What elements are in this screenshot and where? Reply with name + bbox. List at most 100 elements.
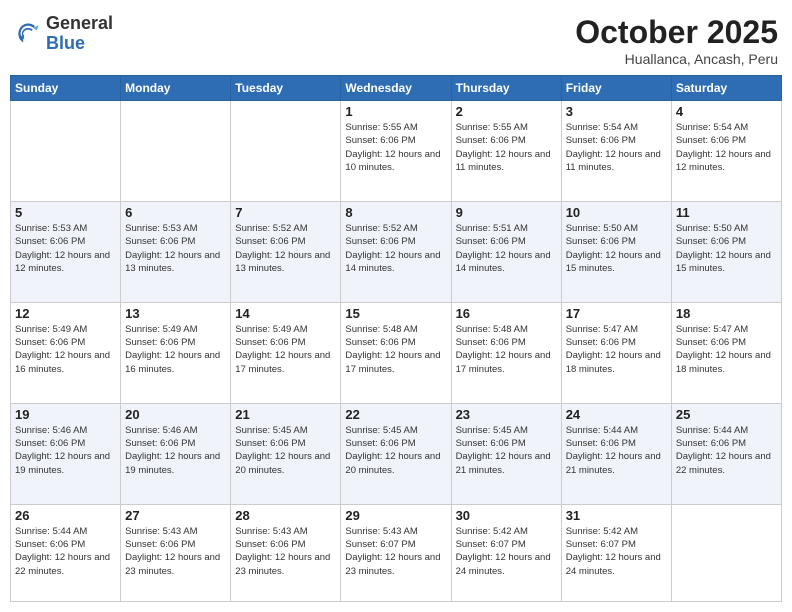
calendar-day-cell: 8 Sunrise: 5:52 AM Sunset: 6:06 PM Daylig… bbox=[341, 201, 451, 302]
calendar-week-row: 1 Sunrise: 5:55 AM Sunset: 6:06 PM Daylig… bbox=[11, 101, 782, 202]
calendar-day-cell: 23Sunrise: 5:45 AM Sunset: 6:06 PM Dayli… bbox=[451, 403, 561, 504]
calendar-day-cell: 22Sunrise: 5:45 AM Sunset: 6:06 PM Dayli… bbox=[341, 403, 451, 504]
calendar-day-cell bbox=[121, 101, 231, 202]
day-number: 12 bbox=[15, 306, 116, 321]
calendar-day-cell: 26Sunrise: 5:44 AM Sunset: 6:06 PM Dayli… bbox=[11, 504, 121, 601]
day-info: Sunrise: 5:53 AM Sunset: 6:06 PM Dayligh… bbox=[15, 222, 116, 275]
day-info: Sunrise: 5:49 AM Sunset: 6:06 PM Dayligh… bbox=[125, 323, 226, 376]
day-number: 18 bbox=[676, 306, 777, 321]
day-info: Sunrise: 5:52 AM Sunset: 6:06 PM Dayligh… bbox=[235, 222, 336, 275]
day-info: Sunrise: 5:53 AM Sunset: 6:06 PM Dayligh… bbox=[125, 222, 226, 275]
day-number: 17 bbox=[566, 306, 667, 321]
calendar-day-cell: 19Sunrise: 5:46 AM Sunset: 6:06 PM Dayli… bbox=[11, 403, 121, 504]
calendar-week-row: 5 Sunrise: 5:53 AM Sunset: 6:06 PM Daylig… bbox=[11, 201, 782, 302]
calendar-day-cell: 10 Sunrise: 5:50 AM Sunset: 6:06 PM Dayli… bbox=[561, 201, 671, 302]
day-info: Sunrise: 5:48 AM Sunset: 6:06 PM Dayligh… bbox=[456, 323, 557, 376]
day-info: Sunrise: 5:55 AM Sunset: 6:06 PM Dayligh… bbox=[345, 121, 446, 174]
day-info: Sunrise: 5:49 AM Sunset: 6:06 PM Dayligh… bbox=[15, 323, 116, 376]
calendar-header-row: SundayMondayTuesdayWednesdayThursdayFrid… bbox=[11, 76, 782, 101]
day-number: 5 bbox=[15, 205, 116, 220]
day-number: 10 bbox=[566, 205, 667, 220]
day-number: 4 bbox=[676, 104, 777, 119]
day-number: 13 bbox=[125, 306, 226, 321]
day-number: 14 bbox=[235, 306, 336, 321]
day-number: 24 bbox=[566, 407, 667, 422]
day-number: 29 bbox=[345, 508, 446, 523]
calendar-day-cell bbox=[231, 101, 341, 202]
day-number: 8 bbox=[345, 205, 446, 220]
day-number: 22 bbox=[345, 407, 446, 422]
calendar-day-cell: 18 Sunrise: 5:47 AM Sunset: 6:06 PM Dayli… bbox=[671, 302, 781, 403]
page: General Blue October 2025 Huallanca, Anc… bbox=[0, 0, 792, 612]
day-info: Sunrise: 5:43 AM Sunset: 6:07 PM Dayligh… bbox=[345, 525, 446, 578]
day-number: 6 bbox=[125, 205, 226, 220]
day-of-week-header: Friday bbox=[561, 76, 671, 101]
day-number: 9 bbox=[456, 205, 557, 220]
calendar-day-cell: 15Sunrise: 5:48 AM Sunset: 6:06 PM Dayli… bbox=[341, 302, 451, 403]
day-info: Sunrise: 5:46 AM Sunset: 6:06 PM Dayligh… bbox=[15, 424, 116, 477]
day-number: 15 bbox=[345, 306, 446, 321]
day-info: Sunrise: 5:50 AM Sunset: 6:06 PM Dayligh… bbox=[676, 222, 777, 275]
calendar-day-cell bbox=[11, 101, 121, 202]
day-info: Sunrise: 5:54 AM Sunset: 6:06 PM Dayligh… bbox=[676, 121, 777, 174]
calendar-day-cell: 9 Sunrise: 5:51 AM Sunset: 6:06 PM Daylig… bbox=[451, 201, 561, 302]
day-info: Sunrise: 5:45 AM Sunset: 6:06 PM Dayligh… bbox=[456, 424, 557, 477]
day-of-week-header: Tuesday bbox=[231, 76, 341, 101]
day-number: 1 bbox=[345, 104, 446, 119]
day-info: Sunrise: 5:49 AM Sunset: 6:06 PM Dayligh… bbox=[235, 323, 336, 376]
logo: General Blue bbox=[14, 14, 113, 54]
calendar-day-cell: 28Sunrise: 5:43 AM Sunset: 6:06 PM Dayli… bbox=[231, 504, 341, 601]
day-number: 7 bbox=[235, 205, 336, 220]
calendar-day-cell: 2Sunrise: 5:55 AM Sunset: 6:06 PM Daylig… bbox=[451, 101, 561, 202]
calendar: SundayMondayTuesdayWednesdayThursdayFrid… bbox=[10, 75, 782, 602]
day-number: 21 bbox=[235, 407, 336, 422]
day-info: Sunrise: 5:51 AM Sunset: 6:06 PM Dayligh… bbox=[456, 222, 557, 275]
calendar-day-cell: 16 Sunrise: 5:48 AM Sunset: 6:06 PM Dayli… bbox=[451, 302, 561, 403]
calendar-day-cell: 5 Sunrise: 5:53 AM Sunset: 6:06 PM Daylig… bbox=[11, 201, 121, 302]
day-of-week-header: Sunday bbox=[11, 76, 121, 101]
day-info: Sunrise: 5:47 AM Sunset: 6:06 PM Dayligh… bbox=[676, 323, 777, 376]
day-info: Sunrise: 5:43 AM Sunset: 6:06 PM Dayligh… bbox=[235, 525, 336, 578]
day-info: Sunrise: 5:46 AM Sunset: 6:06 PM Dayligh… bbox=[125, 424, 226, 477]
day-info: Sunrise: 5:44 AM Sunset: 6:06 PM Dayligh… bbox=[676, 424, 777, 477]
logo-blue-text: Blue bbox=[46, 33, 85, 53]
day-number: 20 bbox=[125, 407, 226, 422]
day-of-week-header: Wednesday bbox=[341, 76, 451, 101]
day-number: 27 bbox=[125, 508, 226, 523]
day-info: Sunrise: 5:47 AM Sunset: 6:06 PM Dayligh… bbox=[566, 323, 667, 376]
day-info: Sunrise: 5:42 AM Sunset: 6:07 PM Dayligh… bbox=[566, 525, 667, 578]
day-number: 3 bbox=[566, 104, 667, 119]
calendar-day-cell: 30Sunrise: 5:42 AM Sunset: 6:07 PM Dayli… bbox=[451, 504, 561, 601]
day-number: 30 bbox=[456, 508, 557, 523]
day-number: 2 bbox=[456, 104, 557, 119]
day-of-week-header: Saturday bbox=[671, 76, 781, 101]
day-of-week-header: Thursday bbox=[451, 76, 561, 101]
calendar-week-row: 12 Sunrise: 5:49 AM Sunset: 6:06 PM Dayli… bbox=[11, 302, 782, 403]
calendar-day-cell: 14 Sunrise: 5:49 AM Sunset: 6:06 PM Dayli… bbox=[231, 302, 341, 403]
day-info: Sunrise: 5:44 AM Sunset: 6:06 PM Dayligh… bbox=[15, 525, 116, 578]
month-title: October 2025 bbox=[575, 14, 778, 51]
day-number: 16 bbox=[456, 306, 557, 321]
calendar-day-cell: 13 Sunrise: 5:49 AM Sunset: 6:06 PM Dayli… bbox=[121, 302, 231, 403]
calendar-day-cell: 12 Sunrise: 5:49 AM Sunset: 6:06 PM Dayli… bbox=[11, 302, 121, 403]
day-info: Sunrise: 5:44 AM Sunset: 6:06 PM Dayligh… bbox=[566, 424, 667, 477]
day-number: 11 bbox=[676, 205, 777, 220]
calendar-day-cell: 3Sunrise: 5:54 AM Sunset: 6:06 PM Daylig… bbox=[561, 101, 671, 202]
day-info: Sunrise: 5:52 AM Sunset: 6:06 PM Dayligh… bbox=[345, 222, 446, 275]
calendar-day-cell: 24 Sunrise: 5:44 AM Sunset: 6:06 PM Dayli… bbox=[561, 403, 671, 504]
header: General Blue October 2025 Huallanca, Anc… bbox=[10, 10, 782, 67]
day-number: 31 bbox=[566, 508, 667, 523]
calendar-day-cell: 11 Sunrise: 5:50 AM Sunset: 6:06 PM Dayli… bbox=[671, 201, 781, 302]
calendar-week-row: 26Sunrise: 5:44 AM Sunset: 6:06 PM Dayli… bbox=[11, 504, 782, 601]
calendar-day-cell: 17 Sunrise: 5:47 AM Sunset: 6:06 PM Dayli… bbox=[561, 302, 671, 403]
calendar-day-cell: 21Sunrise: 5:45 AM Sunset: 6:06 PM Dayli… bbox=[231, 403, 341, 504]
logo-icon bbox=[14, 20, 42, 48]
calendar-day-cell: 25 Sunrise: 5:44 AM Sunset: 6:06 PM Dayli… bbox=[671, 403, 781, 504]
calendar-day-cell: 27Sunrise: 5:43 AM Sunset: 6:06 PM Dayli… bbox=[121, 504, 231, 601]
day-number: 25 bbox=[676, 407, 777, 422]
calendar-week-row: 19Sunrise: 5:46 AM Sunset: 6:06 PM Dayli… bbox=[11, 403, 782, 504]
logo-text: General Blue bbox=[46, 14, 113, 54]
calendar-day-cell: 1 Sunrise: 5:55 AM Sunset: 6:06 PM Daylig… bbox=[341, 101, 451, 202]
calendar-day-cell: 4 Sunrise: 5:54 AM Sunset: 6:06 PM Daylig… bbox=[671, 101, 781, 202]
day-info: Sunrise: 5:50 AM Sunset: 6:06 PM Dayligh… bbox=[566, 222, 667, 275]
